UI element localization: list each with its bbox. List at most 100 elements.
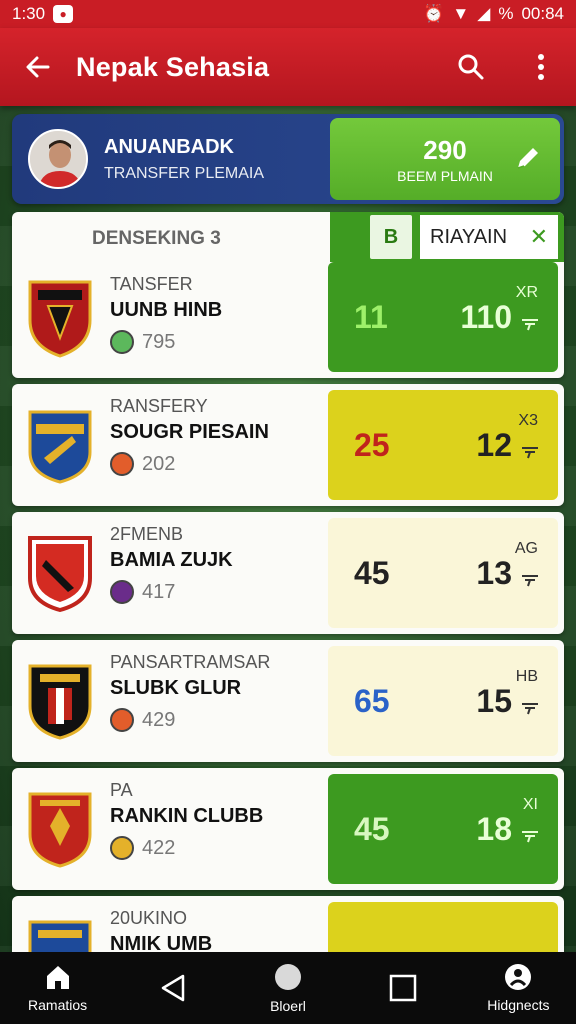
- square-icon: [389, 974, 417, 1002]
- club-crest-icon: [28, 410, 92, 484]
- nav-profile[interactable]: Hidgnects: [468, 963, 568, 1013]
- club-subtitle: PA: [110, 780, 133, 800]
- stats-panel: 65 15 HB: [328, 646, 558, 756]
- player-value-badge[interactable]: 290 BEEM PLMAIN: [330, 118, 560, 200]
- arrow-left-icon: [26, 56, 50, 78]
- nav-home-label: Ramatios: [28, 997, 88, 1013]
- status-bar: 1:30 ● ⏰ ▼ ◢ % 00:84: [0, 0, 576, 28]
- club-meta: 422: [142, 836, 176, 859]
- club-crest-icon: [28, 280, 92, 358]
- stat-tag: XI: [522, 796, 538, 813]
- club-name: BAMIA ZUJK: [110, 549, 233, 571]
- edit-pencil-icon[interactable]: [512, 144, 542, 174]
- club-subtitle: PANSARTRAMSAR: [110, 652, 271, 672]
- nav-profile-label: Hidgnects: [487, 997, 550, 1013]
- trend-icon: [522, 447, 538, 459]
- signal-icon: ◢: [477, 4, 491, 23]
- stats-panel: 25 12 X3: [328, 390, 558, 500]
- list-item[interactable]: PA RANKIN CLUBB 422 45 18 XI: [12, 768, 564, 890]
- circle-icon: [274, 964, 301, 990]
- stats-panel: 45 18 XI: [328, 774, 558, 884]
- club-name: SOUGR PIESAIN: [110, 421, 269, 443]
- battery-label: %: [498, 4, 514, 23]
- back-triangle-icon: [161, 974, 185, 1002]
- nav-recents[interactable]: [353, 974, 453, 1002]
- tab-riayain[interactable]: RIAYAIN ✕: [420, 215, 558, 259]
- club-crest-icon: [28, 536, 92, 612]
- stat-primary: 45: [354, 554, 390, 591]
- tab-b[interactable]: B: [370, 215, 412, 259]
- stats-panel: 45 13 AG: [328, 518, 558, 628]
- camera-app-icon: ●: [53, 5, 74, 23]
- overflow-menu-button[interactable]: [506, 28, 576, 106]
- nav-center[interactable]: Bloerl: [238, 962, 338, 1014]
- more-vertical-icon: [538, 54, 544, 80]
- player-badge-label: BEEM PLMAIN: [397, 167, 493, 184]
- bottom-nav: Ramatios Bloerl Hidgnects: [0, 952, 576, 1024]
- stat-tag: XR: [515, 284, 538, 301]
- search-icon: [458, 54, 484, 80]
- stat-secondary: 13: [476, 554, 512, 591]
- stat-tag: AG: [514, 540, 538, 557]
- close-icon[interactable]: ✕: [530, 224, 548, 250]
- stat-tag: X3: [518, 412, 538, 429]
- club-name: SLUBK GLUR: [110, 677, 242, 699]
- stat-primary: 25: [354, 426, 390, 463]
- nav-back[interactable]: [123, 973, 223, 1003]
- club-meta: 795: [142, 330, 176, 353]
- trend-icon: [522, 831, 538, 843]
- list-item[interactable]: PANSARTRAMSAR SLUBK GLUR 429 65 15 HB: [12, 640, 564, 762]
- club-crest-icon: [28, 792, 92, 868]
- wifi-icon: ▼: [452, 4, 470, 23]
- nav-home[interactable]: Ramatios: [8, 963, 108, 1013]
- alarm-icon: ⏰: [423, 4, 445, 23]
- trend-icon: [522, 703, 538, 715]
- club-subtitle: RANSFERY: [110, 396, 208, 416]
- stat-tag: HB: [515, 668, 538, 685]
- home-icon: [46, 966, 69, 989]
- player-card[interactable]: ANUANBADK TRANSFER PLEMAIA 290 BEEM PLMA…: [12, 114, 564, 204]
- stat-secondary: 110: [460, 298, 512, 335]
- ball-icon: [110, 452, 134, 476]
- filter-tabs: B RIAYAIN ✕: [330, 212, 564, 262]
- club-subtitle: 20UKINO: [110, 908, 188, 928]
- app-bar: Nepak Sehasia: [0, 28, 576, 106]
- list-item[interactable]: DENSEKING 3 B RIAYAIN ✕ TANSFER UUNB HIN…: [12, 212, 564, 378]
- player-badge-value: 290: [423, 134, 467, 165]
- ball-icon: [110, 580, 134, 604]
- stat-primary: 11: [354, 298, 388, 335]
- ball-icon: [110, 708, 134, 732]
- stat-primary: 45: [354, 810, 390, 847]
- club-meta: 429: [142, 708, 176, 731]
- club-crest-icon: [28, 664, 92, 740]
- player-name: ANUANBADK: [104, 135, 234, 158]
- stat-primary: 65: [354, 682, 390, 719]
- club-name: UUNB HINB: [110, 299, 223, 321]
- ranking-title: DENSEKING 3: [92, 228, 221, 249]
- club-subtitle: TANSFER: [110, 274, 193, 294]
- list-item[interactable]: 2FMENB BAMIA ZUJK 417 45 13 AG: [12, 512, 564, 634]
- club-subtitle: 2FMENB: [110, 524, 184, 544]
- trend-icon: [522, 575, 538, 587]
- profile-icon: [505, 964, 532, 990]
- status-clock: 00:84: [521, 4, 564, 23]
- back-button[interactable]: [0, 28, 76, 106]
- club-name: RANKIN CLUBB: [110, 805, 264, 827]
- avatar: [28, 129, 88, 189]
- club-meta: 202: [142, 452, 176, 475]
- stats-panel: 11 110 XR: [328, 262, 558, 372]
- ball-icon: [110, 836, 134, 860]
- list-item[interactable]: RANSFERY SOUGR PIESAIN 202 25 12 X3: [12, 384, 564, 506]
- stat-secondary: 15: [476, 682, 512, 719]
- page-title: Nepak Sehasia: [76, 51, 270, 82]
- player-subtitle: TRANSFER PLEMAIA: [104, 164, 265, 182]
- ball-icon: [110, 330, 134, 354]
- trend-icon: [522, 319, 538, 331]
- ranking-list: DENSEKING 3 B RIAYAIN ✕ TANSFER UUNB HIN…: [12, 212, 564, 1024]
- stat-secondary: 18: [476, 810, 512, 847]
- club-meta: 417: [142, 580, 176, 603]
- nav-center-label: Bloerl: [270, 998, 306, 1014]
- stat-secondary: 12: [476, 426, 512, 463]
- search-button[interactable]: [436, 28, 506, 106]
- status-time: 1:30: [12, 4, 46, 23]
